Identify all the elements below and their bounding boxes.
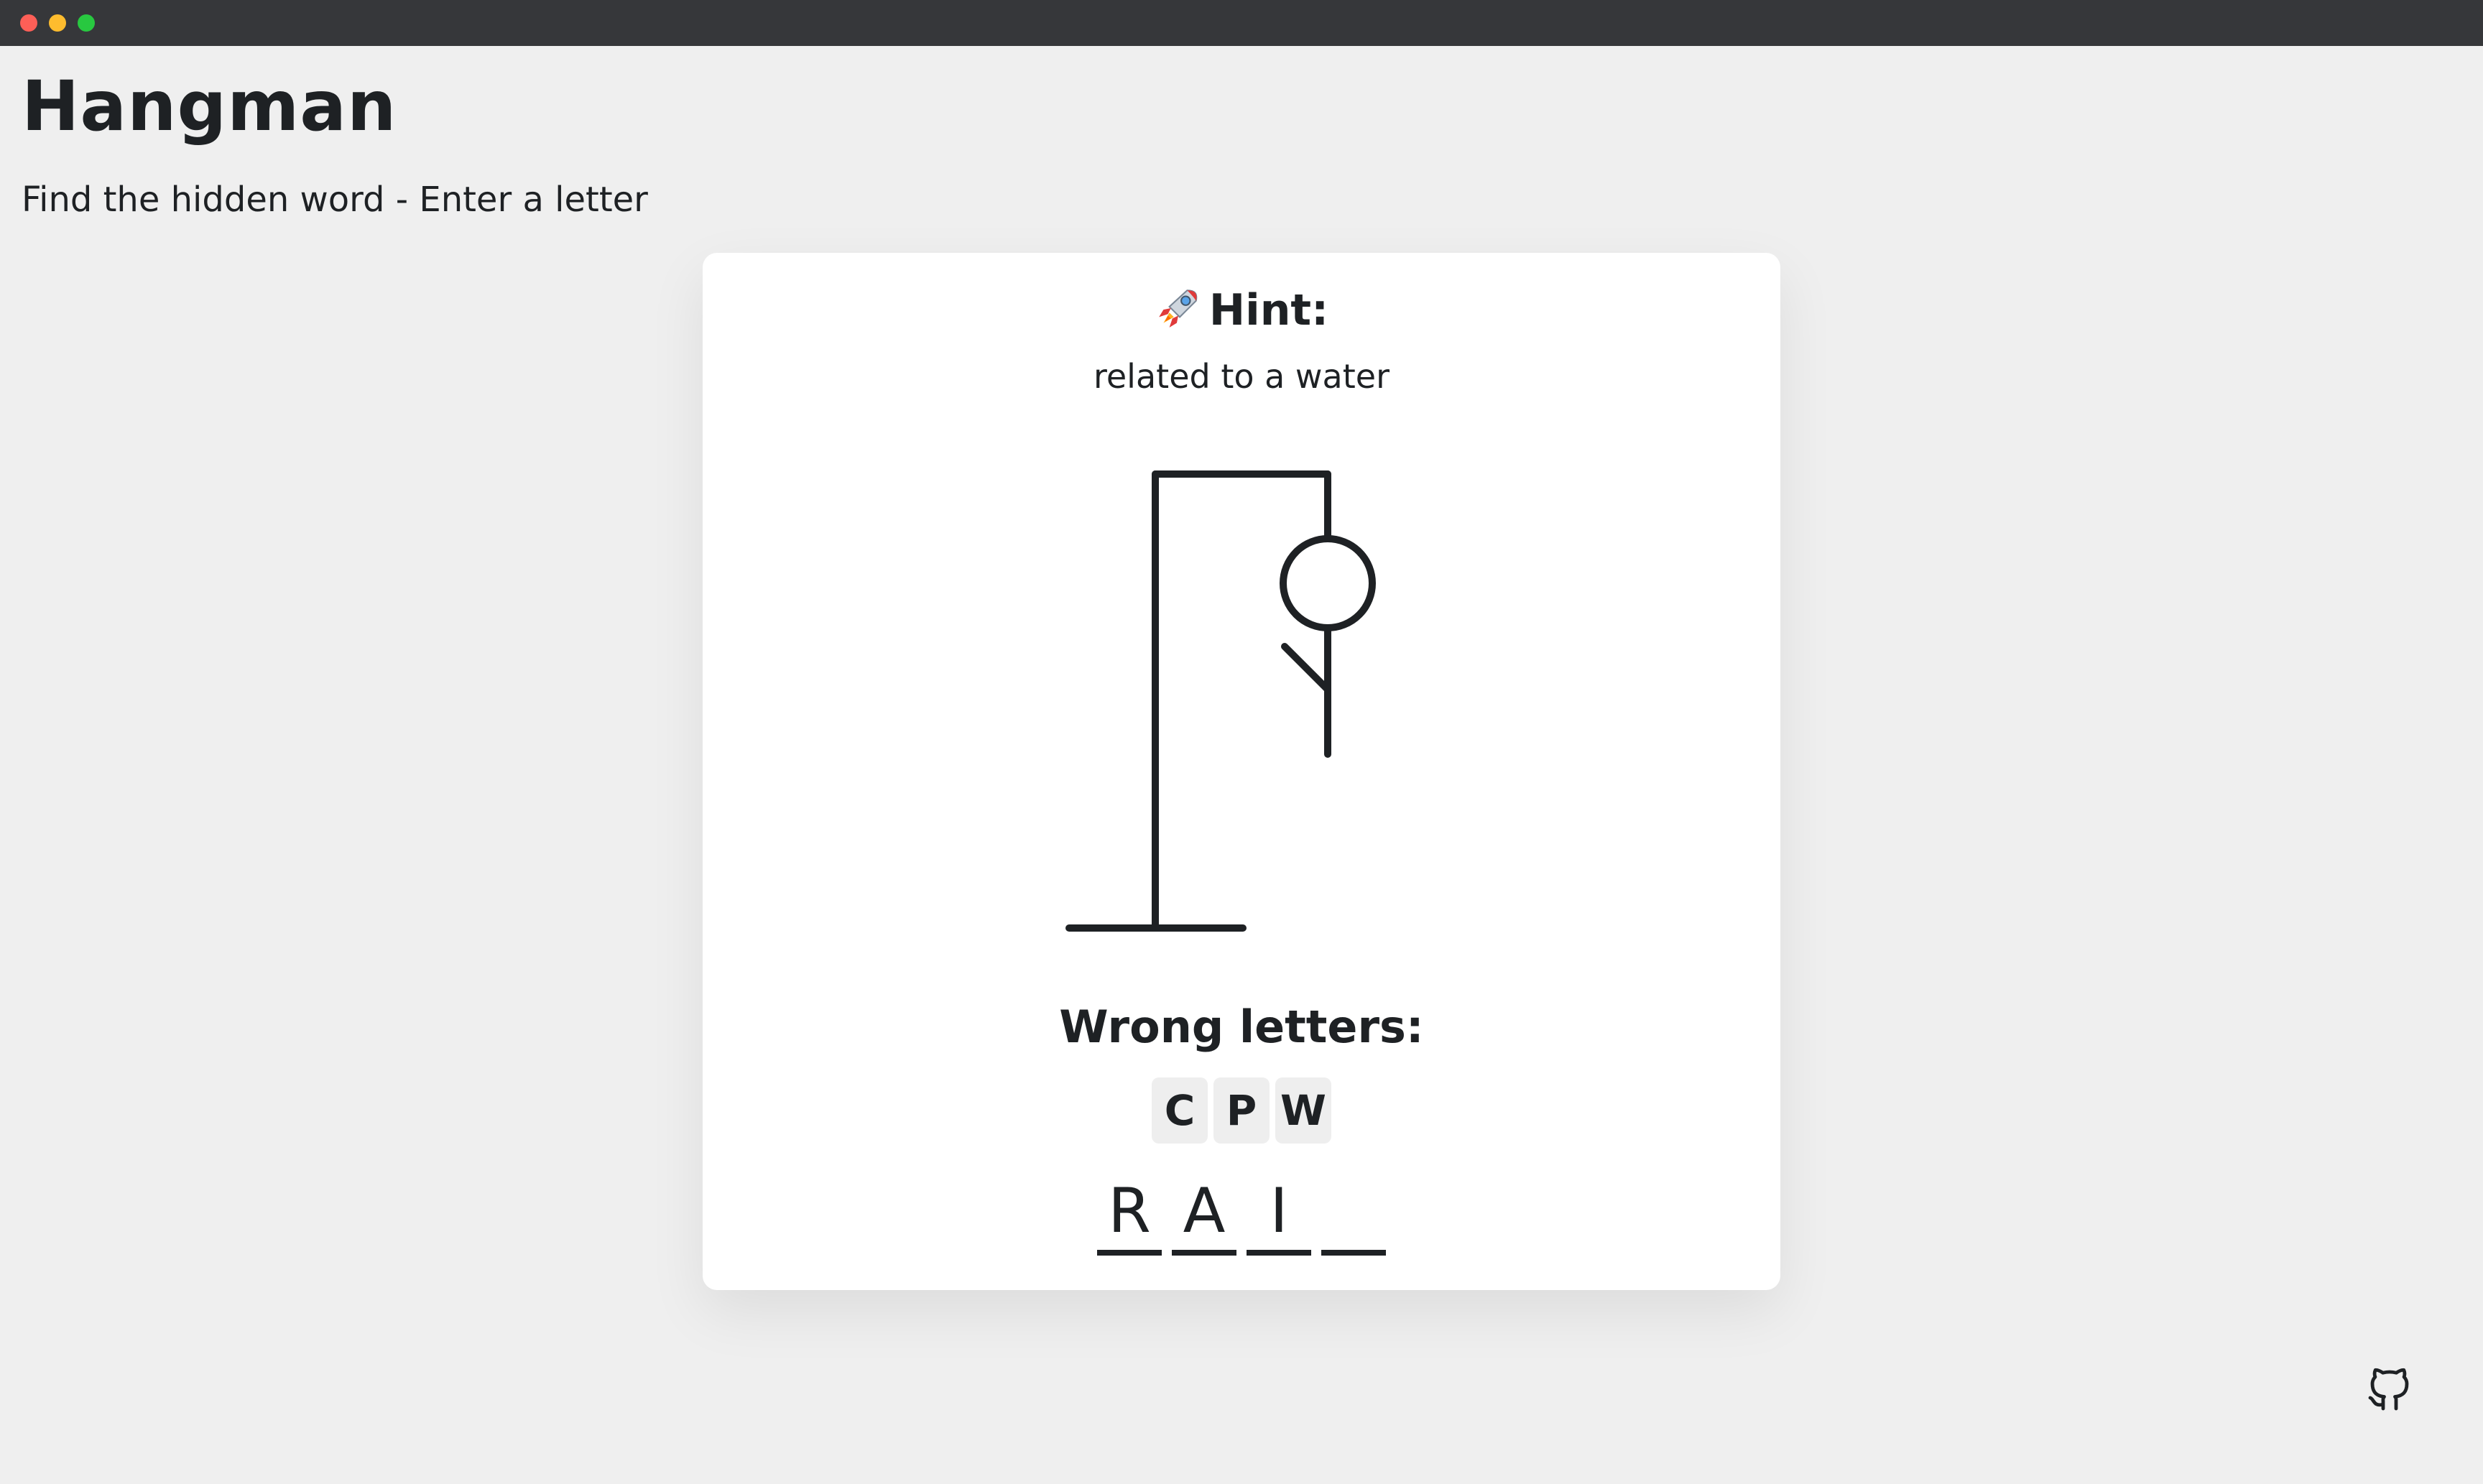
minimize-window-button[interactable] (49, 14, 66, 32)
hidden-word: R A I (703, 1172, 1780, 1256)
wrong-letter: P (1213, 1077, 1270, 1144)
word-letter-slot: R (1097, 1172, 1162, 1256)
wrong-letter: W (1275, 1077, 1331, 1144)
wrong-letters-heading: Wrong letters: (1059, 1001, 1424, 1053)
close-window-button[interactable] (20, 14, 37, 32)
figure-left-arm (1281, 643, 1331, 693)
github-icon[interactable] (2364, 1362, 2415, 1416)
page-title: Hangman (22, 66, 397, 147)
maximize-window-button[interactable] (78, 14, 95, 32)
word-letter-slot (1321, 1172, 1386, 1256)
page-subtitle: Find the hidden word - Enter a letter (22, 180, 648, 220)
game-card: Hint: related to a water Wrong letters: … (703, 253, 1780, 1290)
word-letter-slot: I (1247, 1172, 1311, 1256)
wrong-letter: C (1152, 1077, 1208, 1144)
word-letter-slot: A (1172, 1172, 1236, 1256)
figure-head (1280, 535, 1376, 631)
wrong-letters-list: C P W (703, 1077, 1780, 1144)
window-titlebar (0, 0, 2483, 46)
